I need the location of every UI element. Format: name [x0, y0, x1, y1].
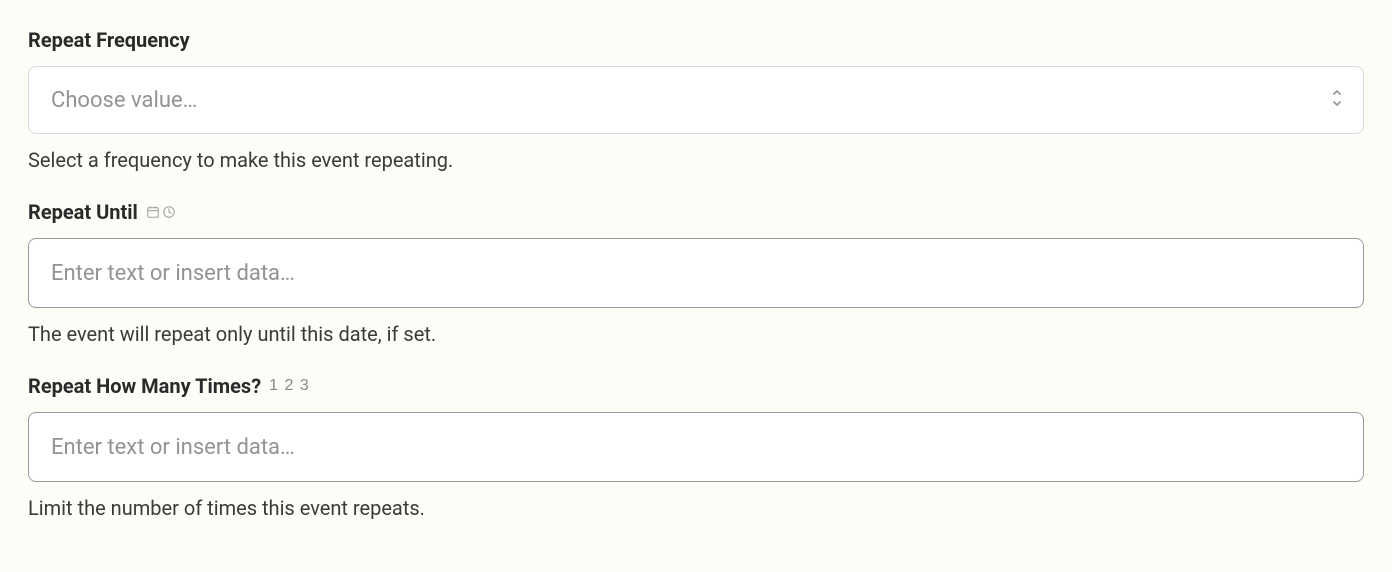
repeat-frequency-select-value: Choose value…: [51, 88, 197, 113]
number-hint-icon: 1 2 3: [269, 377, 310, 395]
repeat-frequency-help: Select a frequency to make this event re…: [28, 148, 1364, 172]
repeat-count-label: Repeat How Many Times? 1 2 3: [28, 374, 1364, 398]
repeat-until-field: Repeat Until The event will repeat only …: [28, 200, 1364, 346]
repeat-until-label: Repeat Until: [28, 200, 1364, 224]
repeat-until-label-text: Repeat Until: [28, 200, 138, 224]
repeat-until-input[interactable]: [28, 238, 1364, 308]
repeat-count-field: Repeat How Many Times? 1 2 3 Limit the n…: [28, 374, 1364, 520]
repeat-frequency-select-wrapper: Choose value…: [28, 66, 1364, 134]
repeat-count-help: Limit the number of times this event rep…: [28, 496, 1364, 520]
repeat-frequency-label-text: Repeat Frequency: [28, 28, 190, 52]
repeat-until-hint-icons: [146, 205, 176, 219]
repeat-count-input[interactable]: [28, 412, 1364, 482]
repeat-until-help: The event will repeat only until this da…: [28, 322, 1364, 346]
repeat-frequency-select[interactable]: Choose value…: [28, 66, 1364, 134]
clock-icon: [162, 205, 176, 219]
repeat-frequency-label: Repeat Frequency: [28, 28, 1364, 52]
repeat-count-label-text: Repeat How Many Times?: [28, 374, 261, 398]
repeat-frequency-field: Repeat Frequency Choose value… Select a …: [28, 28, 1364, 172]
calendar-icon: [146, 205, 160, 219]
